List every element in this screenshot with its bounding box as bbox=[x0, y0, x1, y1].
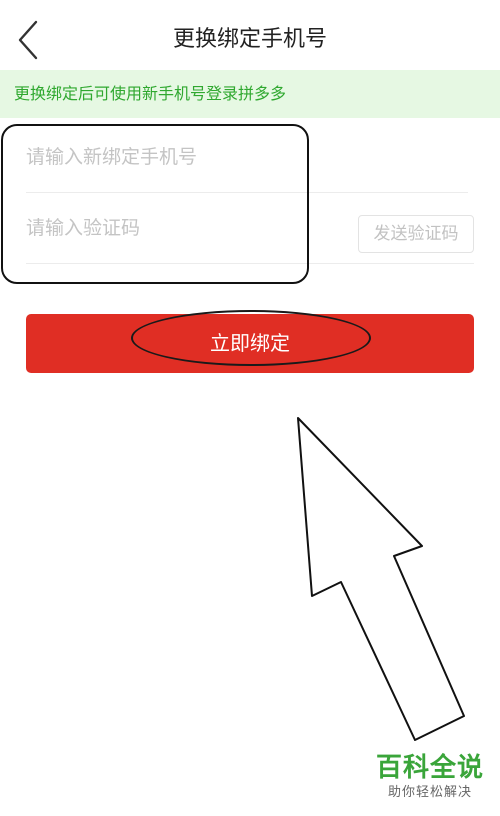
page: 更换绑定手机号 更换绑定后可使用新手机号登录拼多多 发送验证码 立即绑定 百科全… bbox=[0, 0, 500, 816]
notice-bar: 更换绑定后可使用新手机号登录拼多多 bbox=[0, 70, 500, 118]
bind-now-button[interactable]: 立即绑定 bbox=[26, 314, 474, 373]
watermark-logo: 百科全说 助你轻松解决 bbox=[370, 752, 490, 808]
back-button[interactable] bbox=[10, 18, 50, 62]
phone-row bbox=[26, 122, 468, 193]
code-row: 发送验证码 bbox=[26, 193, 474, 264]
phone-input[interactable] bbox=[26, 122, 346, 192]
header-bar: 更换绑定手机号 bbox=[0, 0, 500, 80]
code-input[interactable] bbox=[26, 193, 346, 263]
watermark-title: 百科全说 bbox=[375, 753, 484, 783]
bind-form: 发送验证码 bbox=[0, 118, 500, 278]
send-code-button[interactable]: 发送验证码 bbox=[358, 215, 474, 253]
page-title: 更换绑定手机号 bbox=[172, 27, 327, 52]
arrow-shape bbox=[297, 417, 465, 741]
watermark-subtitle: 助你轻松解决 bbox=[387, 785, 472, 800]
chevron-left-icon bbox=[18, 20, 38, 60]
